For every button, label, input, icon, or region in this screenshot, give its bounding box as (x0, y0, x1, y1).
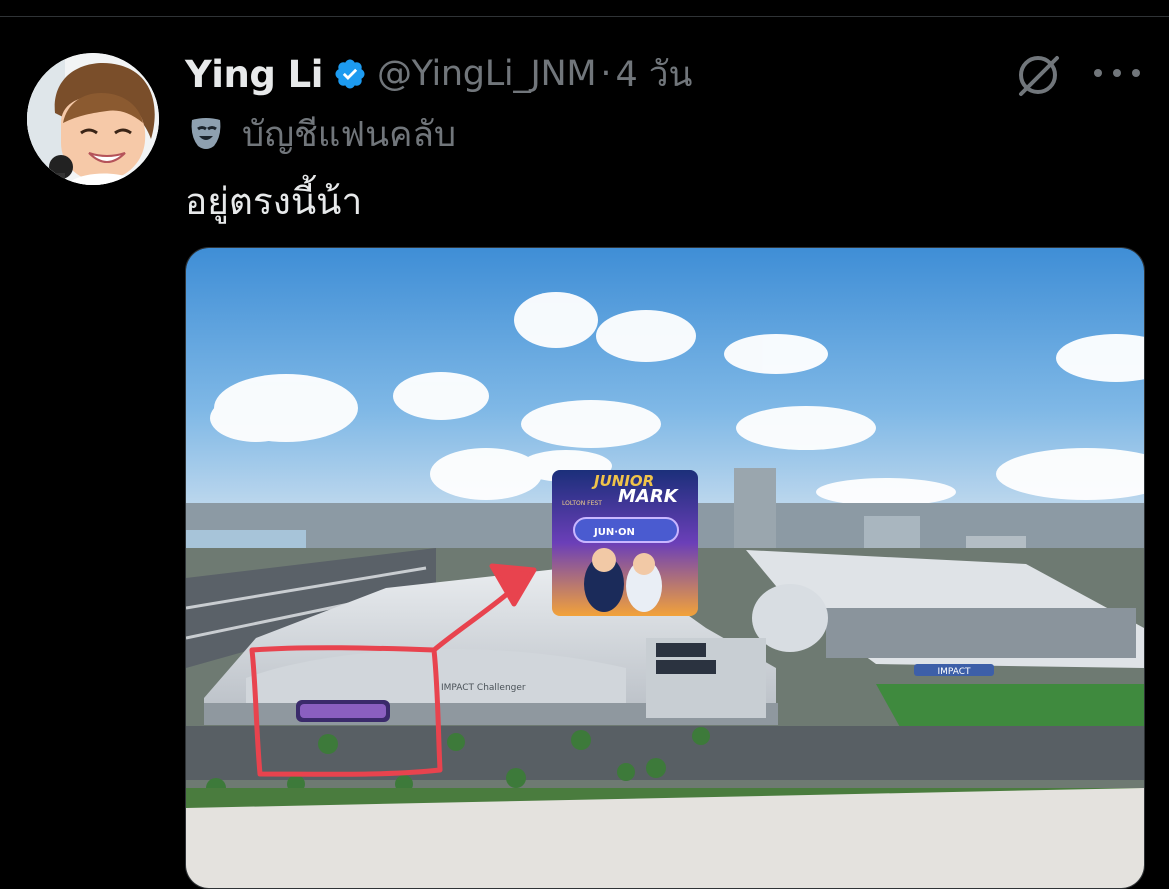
tower-building (734, 468, 776, 548)
event-banner: JUNIOR MARK LOLTON FEST JUN·ON (552, 470, 698, 616)
avatar[interactable] (27, 53, 159, 185)
timestamp[interactable]: 4 วัน (615, 47, 692, 102)
tweet-media-image[interactable]: IMPACT IMPACT Challenger JUNIOR MARK LOL… (185, 247, 1145, 889)
verified-badge-icon (333, 57, 367, 91)
banner-sub: LOLTON FEST (562, 500, 602, 507)
grok-icon[interactable] (1013, 50, 1063, 100)
banner-strip: JUN·ON (593, 527, 635, 538)
theater-mask-icon (186, 114, 226, 154)
building-sign: IMPACT Challenger (441, 683, 526, 693)
more-options-icon[interactable] (1094, 60, 1140, 86)
affiliation-label[interactable]: บัญชีแฟนคลับ (242, 107, 456, 162)
more-dot-icon (1132, 69, 1140, 77)
top-divider (0, 16, 1169, 17)
user-handle[interactable]: @YingLi_JNM (377, 54, 597, 94)
hall-sign: IMPACT (937, 667, 971, 677)
more-dot-icon (1094, 69, 1102, 77)
tweet-header: Ying Li @YingLi_JNM · 4 วัน (185, 46, 692, 102)
banner-line2: MARK (618, 486, 680, 507)
tweet-text: อยู่ตรงนี้น้า (185, 180, 363, 223)
avatar-image (27, 53, 159, 185)
display-name[interactable]: Ying Li (185, 53, 323, 96)
affiliation-row: บัญชีแฟนคลับ (186, 110, 456, 158)
aerial-photo: IMPACT IMPACT Challenger JUNIOR MARK LOL… (186, 248, 1144, 888)
separator-dot: · (600, 54, 612, 94)
more-dot-icon (1113, 69, 1121, 77)
